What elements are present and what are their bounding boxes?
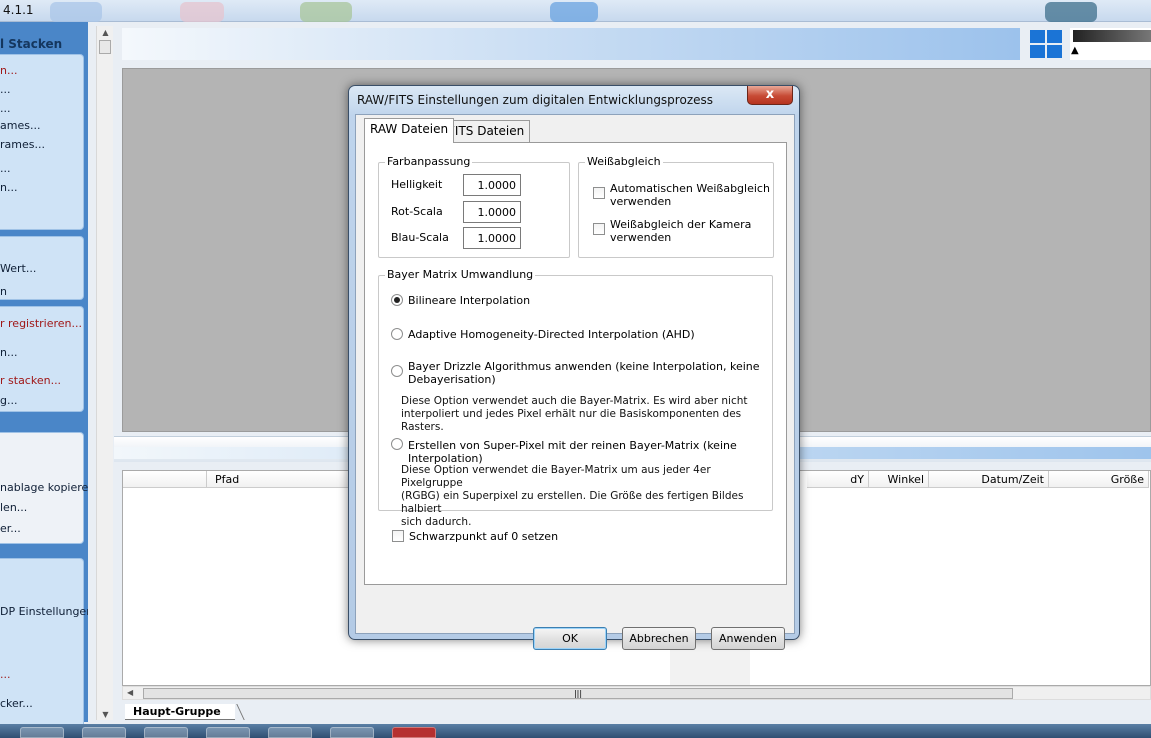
auto-white-balance-text: Automatischen Weißabgleich verwenden [610,182,770,208]
sidebar-item[interactable]: nablage kopieren [0,481,88,494]
superpixel-text: Erstellen von Super-Pixel mit der reinen… [408,439,737,465]
raw-fits-dialog: RAW/FITS Einstellungen zum digitalen Ent… [348,85,800,650]
histogram-widget[interactable]: ▲ [1070,28,1151,60]
bayer-drizzle-description: Diese Option verwendet auch die Bayer-Ma… [401,395,748,433]
column-header-datetime[interactable]: Datum/Zeit [929,471,1049,488]
app-titlebar: 4.1.1 [0,0,1151,22]
camera-white-balance-checkbox[interactable] [593,223,605,235]
sidebar-item[interactable]: r registrieren... [0,317,88,330]
taskbar-button[interactable] [144,727,188,738]
bayer-drizzle-text: Bayer Drizzle Algorithmus anwenden (kein… [408,360,760,386]
os-taskbar [0,724,1151,738]
app-logo-icon [1028,28,1064,60]
app-version: 4.1.1 [3,3,34,17]
column-header-angle[interactable]: Winkel [869,471,929,488]
taskbar-button[interactable] [206,727,250,738]
taskbar-thumbnail [300,2,352,22]
triangle-marker-icon[interactable]: ▲ [1071,45,1079,56]
taskbar-button[interactable] [330,727,374,738]
taskbar-button[interactable] [392,727,436,738]
sidebar-item[interactable]: er... [0,522,88,535]
brightness-input[interactable] [463,174,521,196]
column-header-blank[interactable] [123,471,207,488]
tab-fits-files[interactable]: FITS Dateien [442,120,531,142]
dialog-title: RAW/FITS Einstellungen zum digitalen Ent… [357,93,713,107]
sidebar-item[interactable]: g... [0,394,88,407]
white-balance-label: Weißabgleich [585,155,663,168]
column-header-size[interactable]: Größe [1049,471,1149,488]
bayer-matrix-label: Bayer Matrix Umwandlung [385,268,536,281]
sidebar-scrollbar[interactable]: ▲ ▼ [96,26,113,720]
blue-scale-input[interactable] [463,227,521,249]
color-adjust-group: Farbanpassung Helligkeit Rot-Scala Blau-… [378,155,570,258]
table-hscrollbar[interactable]: ◀ ||| [122,686,1151,700]
ok-button[interactable]: OK [533,627,607,650]
scroll-left-icon[interactable]: ◀ [127,687,133,699]
header-banner [122,28,1020,60]
superpixel-description: Diese Option verwendet die Bayer-Matrix … [401,464,744,528]
sidebar-item[interactable]: ... [0,83,88,96]
sidebar-item[interactable]: ... [0,668,88,681]
sidebar-item[interactable]: cker... [0,697,88,710]
sidebar-item[interactable]: n [0,285,88,298]
tab-panel-raw: Farbanpassung Helligkeit Rot-Scala Blau-… [364,142,787,585]
taskbar-thumbnail [550,2,598,22]
cancel-button[interactable]: Abbrechen [622,627,696,650]
color-adjust-label: Farbanpassung [385,155,473,168]
bayer-matrix-group: Bayer Matrix Umwandlung Bilineare Interp… [378,268,773,528]
taskbar-thumbnail [1045,2,1097,22]
histogram-gradient [1073,30,1151,42]
sidebar-item[interactable]: rames... [0,138,88,151]
close-icon[interactable]: x [747,86,793,105]
column-header-dy[interactable]: dY [807,471,869,488]
sidebar-header: l Stacken [0,37,63,51]
sidebar-item[interactable]: len... [0,501,88,514]
taskbar-button[interactable] [20,727,64,738]
sidebar-item[interactable]: r stacken... [0,374,88,387]
bayer-drizzle-radio[interactable] [391,365,403,377]
left-sidebar: l Stacken n... ... ... ames... rames... … [0,22,88,728]
superpixel-radio[interactable] [391,438,403,450]
sidebar-item[interactable]: DP Einstellungen... [0,605,88,618]
taskbar-button[interactable] [82,727,126,738]
scroll-down-icon[interactable]: ▼ [97,708,114,722]
apply-button[interactable]: Anwenden [711,627,785,650]
blue-scale-label: Blau-Scala [391,231,449,244]
black-point-text: Schwarzpunkt auf 0 setzen [409,530,559,543]
sidebar-item[interactable]: n... [0,64,88,77]
sidebar-item[interactable]: ... [0,162,88,175]
sidebar-item[interactable]: ames... [0,119,88,132]
taskbar-button[interactable] [268,727,312,738]
taskbar-thumbnail [50,2,102,22]
bilinear-text: Bilineare Interpolation [408,294,531,307]
ahd-radio[interactable] [391,328,403,340]
hscroll-thumb[interactable]: ||| [143,688,1013,699]
sidebar-item[interactable]: ... [0,102,88,115]
tab-raw-files[interactable]: RAW Dateien [364,118,455,143]
dialog-client-area: RAW Dateien FITS Dateien Farbanpassung H… [355,114,795,650]
red-scale-label: Rot-Scala [391,205,443,218]
scroll-thumb[interactable] [99,40,111,54]
scroll-up-icon[interactable]: ▲ [97,26,114,40]
red-scale-input[interactable] [463,201,521,223]
brightness-label: Helligkeit [391,178,443,191]
auto-white-balance-checkbox[interactable] [593,187,605,199]
white-balance-group: Weißabgleich Automatischen Weißabgleich … [578,155,774,258]
sidebar-item[interactable]: n... [0,181,88,194]
ahd-text: Adaptive Homogeneity-Directed Interpolat… [408,328,695,341]
camera-white-balance-text: Weißabgleich der Kamera verwenden [610,218,752,244]
sidebar-item[interactable]: Wert... [0,262,88,275]
black-point-checkbox[interactable] [392,530,404,542]
bilinear-radio[interactable] [391,294,403,306]
sidebar-item[interactable]: n... [0,346,88,359]
group-tab-main[interactable]: Haupt-Gruppe [125,704,235,720]
taskbar-thumbnail [180,2,224,22]
